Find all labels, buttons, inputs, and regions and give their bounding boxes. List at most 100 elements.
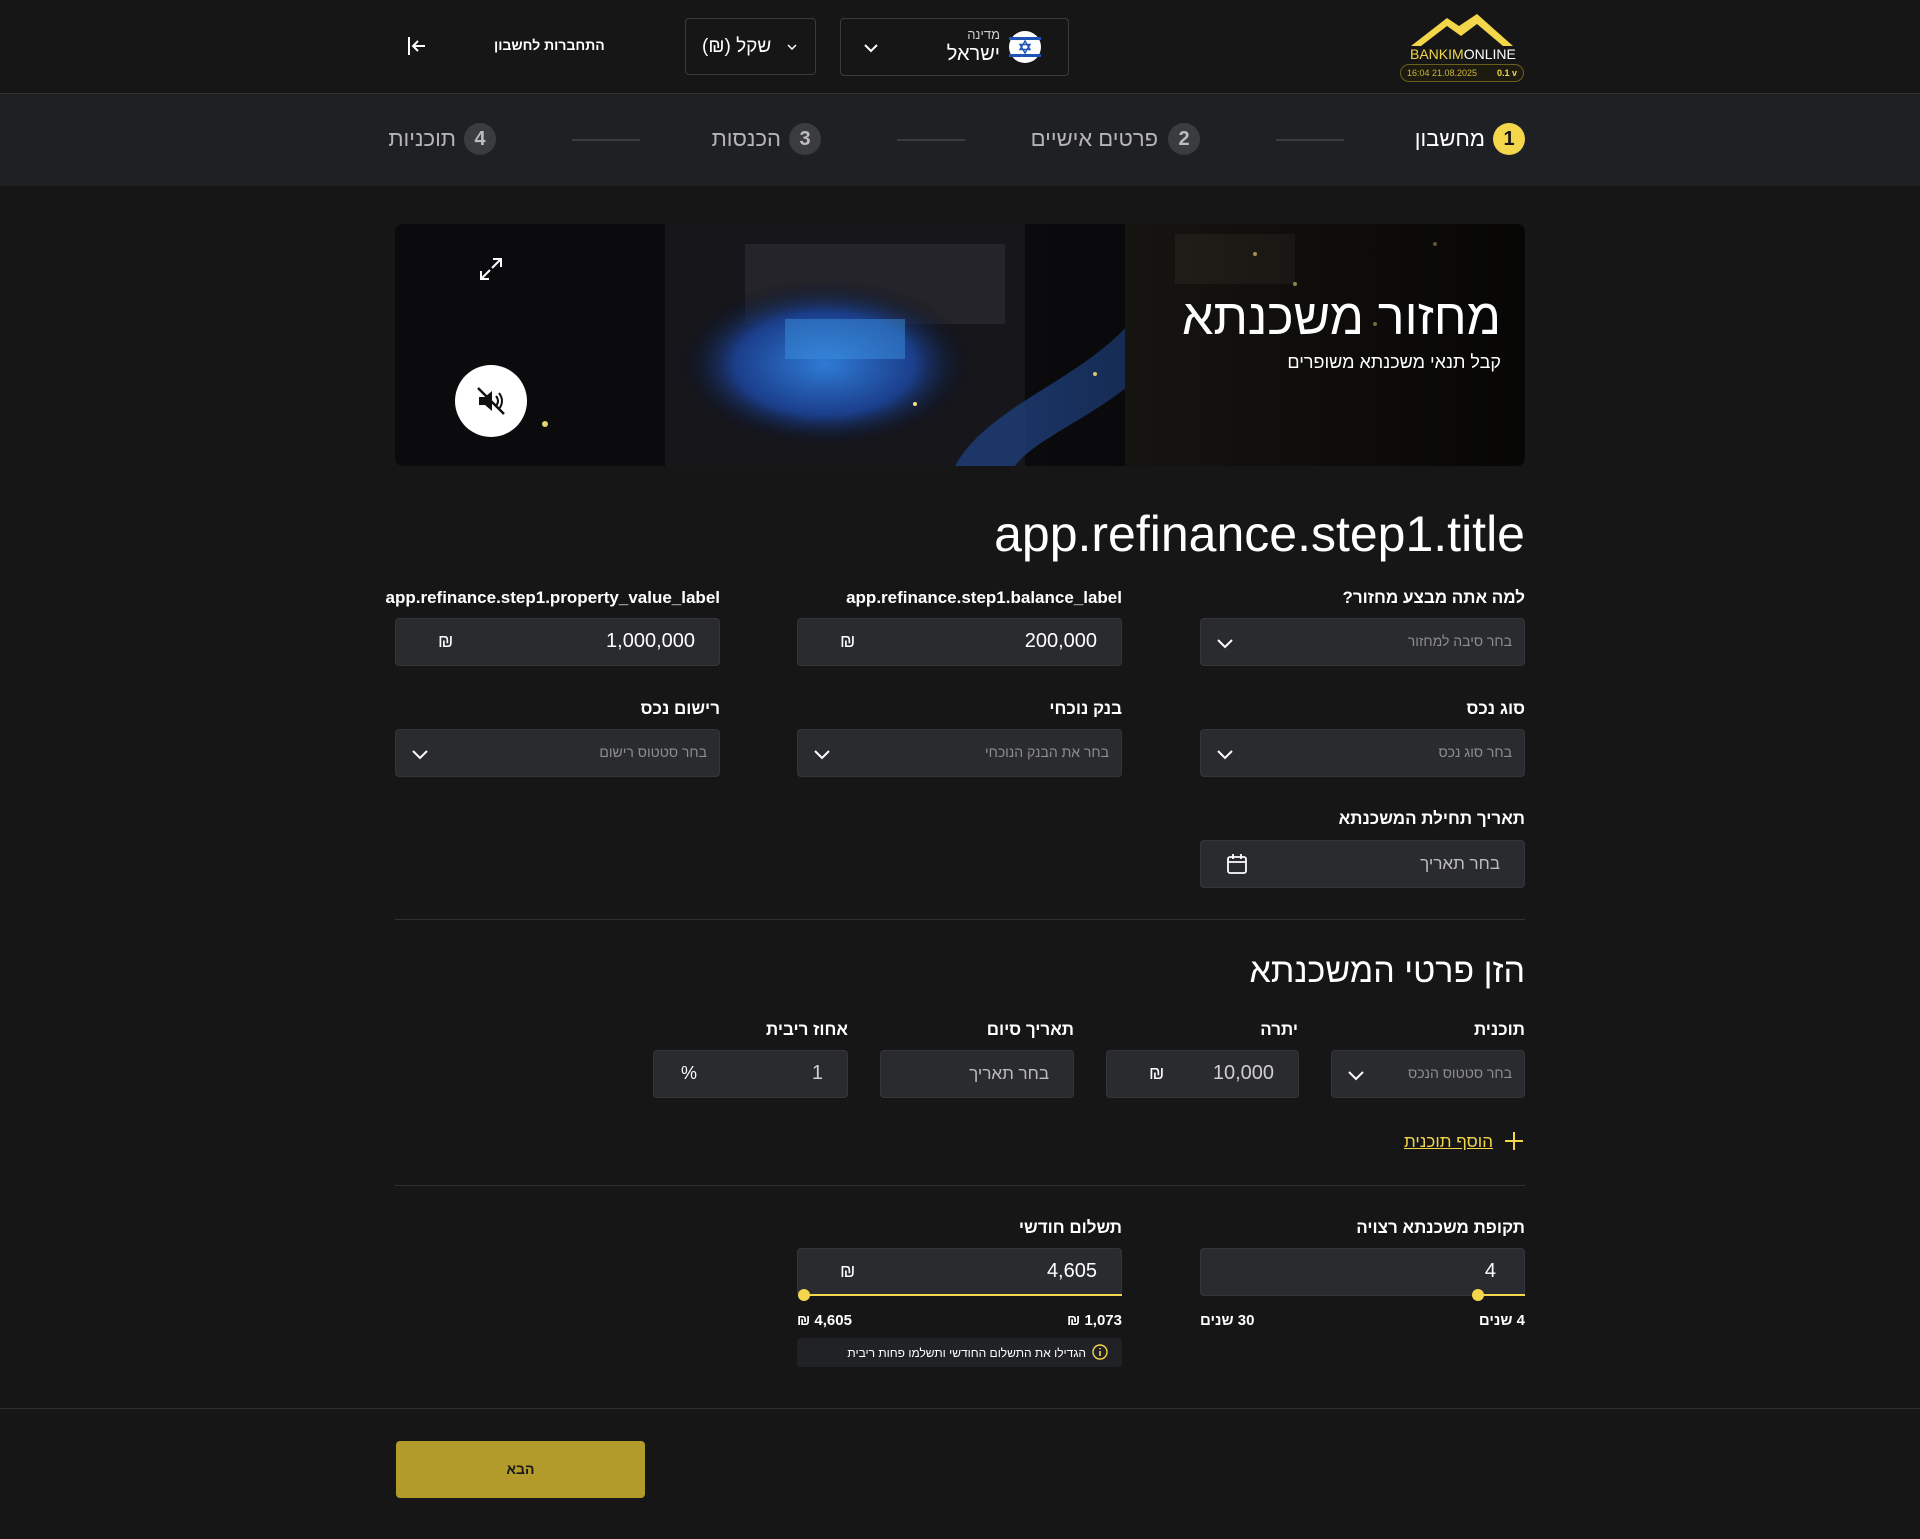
israel-flag-icon	[1009, 31, 1041, 63]
logo-timestamp: 16:04 21.08.2025	[1407, 68, 1478, 78]
step-label: פרטים אישיים	[1030, 126, 1158, 151]
login-icon[interactable]	[405, 34, 429, 58]
period-label: תקופת משכנתא רצויה	[1356, 1218, 1525, 1237]
step-2: 2 פרטים אישיים	[1031, 123, 1200, 155]
registration-placeholder: בחר סטטוס רישום	[599, 744, 707, 760]
step-connector	[897, 139, 965, 141]
step-connector	[1276, 139, 1344, 141]
form-title: app.refinance.step1.title	[994, 506, 1525, 562]
add-program-link[interactable]: הוסף תוכנית	[1403, 1130, 1525, 1154]
step-number: 1	[1493, 123, 1525, 155]
registration-label: רישום נכס	[640, 699, 720, 718]
chevron-down-icon	[1348, 1071, 1364, 1081]
percent-symbol: %	[681, 1063, 698, 1083]
banner-title: מחזור משכנתא	[1181, 289, 1501, 345]
period-max-label: 30 שנים	[1200, 1312, 1255, 1329]
chevron-down-icon	[864, 44, 878, 53]
chevron-down-icon	[814, 750, 830, 760]
program-select[interactable]: בחר סטטוס הנכס	[1331, 1050, 1525, 1098]
currency-select[interactable]: (₪) שקל	[685, 18, 816, 75]
rate-label: אחוז ריבית	[765, 1020, 848, 1039]
period-value: 4	[1484, 1260, 1496, 1282]
step-number: 3	[789, 123, 821, 155]
step-4: 4 תוכניות	[388, 123, 498, 155]
plus-icon	[1505, 1132, 1523, 1150]
end-date-input[interactable]: בחר תאריך	[880, 1050, 1074, 1098]
currency-symbol: ₪	[840, 1261, 856, 1281]
payment-slider-handle[interactable]	[798, 1289, 810, 1301]
currency-symbol: ₪	[840, 631, 856, 651]
add-program-label: הוסף תוכנית	[1403, 1132, 1493, 1151]
why-refinance-select[interactable]: בחר סיבה למחזור	[1200, 618, 1525, 666]
next-button[interactable]: הבא	[396, 1441, 645, 1498]
calendar-icon	[1227, 854, 1247, 874]
hero-banner-video: מחזור משכנתא קבל תנאי משכנתא משופרים	[395, 224, 1525, 466]
logo-meta-badge: 16:04 21.08.2025 0.1 v	[1400, 64, 1524, 82]
logo[interactable]: BANKIMONLINE 16:04 21.08.2025 0.1 v	[1398, 12, 1526, 84]
currency-value: (₪) שקל	[702, 36, 772, 57]
program-balance-value: 10,000	[1212, 1062, 1274, 1084]
login-link[interactable]: התחברות לחשבון	[494, 37, 605, 53]
footer-divider	[0, 1408, 1920, 1409]
step-number: 4	[464, 123, 496, 155]
start-date-input[interactable]: בחר תאריך	[1200, 840, 1525, 888]
program-balance-input[interactable]: 10,000 ₪	[1106, 1050, 1299, 1098]
period-slider-handle[interactable]	[1472, 1289, 1484, 1301]
start-date-label: תאריך תחילת המשכנתא	[1338, 809, 1525, 828]
payment-min-label: ₪ 1,073	[1067, 1312, 1122, 1329]
start-date-placeholder: בחר תאריך	[1420, 854, 1500, 873]
payment-hint-box: הגדילו את התשלום החודשי ותשלמו פחות ריבי…	[797, 1338, 1122, 1367]
end-date-label: תאריך סיום	[986, 1020, 1074, 1039]
property-type-placeholder: בחר סוג נכס	[1438, 744, 1512, 760]
currency-symbol: ₪	[1149, 1063, 1165, 1083]
rate-input[interactable]: 1 %	[653, 1050, 848, 1098]
property-value: 1,000,000	[606, 630, 695, 652]
step-label: מחשבון	[1414, 126, 1485, 151]
info-icon	[1092, 1344, 1108, 1360]
banner-subtitle: קבל תנאי משכנתא משופרים	[1287, 352, 1501, 372]
section-divider	[395, 919, 1525, 920]
mortgage-section-title: הזן פרטי המשכנתא	[1249, 952, 1525, 990]
program-label: תוכנית	[1473, 1020, 1525, 1039]
property-type-select[interactable]: בחר סוג נכס	[1200, 729, 1525, 777]
section-divider	[395, 1185, 1525, 1186]
currency-symbol: ₪	[438, 631, 454, 651]
country-select[interactable]: מדינה ישראל	[840, 18, 1069, 76]
chevron-down-icon	[1217, 750, 1233, 760]
current-bank-placeholder: בחר את הבנק הנוכחי	[984, 744, 1109, 760]
registration-select[interactable]: בחר סטטוס רישום	[395, 729, 720, 777]
current-bank-select[interactable]: בחר את הבנק הנוכחי	[797, 729, 1122, 777]
step-connector	[572, 139, 640, 141]
top-header: BANKIMONLINE 16:04 21.08.2025 0.1 v מדינ…	[0, 0, 1920, 94]
end-date-placeholder: בחר תאריך	[969, 1064, 1049, 1083]
speaker-muted-icon	[477, 387, 505, 415]
step-3: 3 הכנסות	[711, 123, 823, 155]
payment-slider-track[interactable]	[803, 1294, 1122, 1296]
property-value-input[interactable]: 1,000,000 ₪	[395, 618, 720, 666]
monthly-payment-value: 4,605	[1046, 1260, 1097, 1282]
logo-version: 0.1 v	[1496, 68, 1517, 78]
program-balance-label: יתרה	[1260, 1020, 1298, 1039]
rate-value: 1	[811, 1062, 823, 1084]
period-slider-track[interactable]	[1478, 1294, 1525, 1296]
monthly-payment-input[interactable]: 4,605 ₪	[797, 1248, 1122, 1296]
next-button-label: הבא	[506, 1461, 535, 1477]
mute-button[interactable]	[455, 365, 527, 437]
why-refinance-placeholder: בחר סיבה למחזור	[1407, 633, 1512, 649]
country-label: מדינה	[967, 27, 1000, 42]
country-value: ישראל	[946, 43, 1000, 65]
house-roof-icon	[1411, 14, 1513, 46]
logo-text-bankim: BANKIM	[1410, 46, 1464, 62]
property-type-label: סוג נכס	[1466, 699, 1525, 718]
chevron-down-icon	[1217, 639, 1233, 649]
balance-input[interactable]: 200,000 ₪	[797, 618, 1122, 666]
chevron-down-icon	[787, 44, 797, 51]
balance-value: 200,000	[1024, 630, 1097, 652]
chevron-down-icon	[412, 750, 428, 760]
expand-icon[interactable]	[478, 256, 504, 282]
step-label: הכנסות	[711, 126, 781, 151]
current-bank-label: בנק נוכחי	[1049, 699, 1122, 718]
program-placeholder: בחר סטטוס הנכס	[1408, 1065, 1512, 1081]
monthly-payment-label: תשלום חודשי	[1018, 1218, 1122, 1237]
period-min-label: 4 שנים	[1478, 1312, 1525, 1329]
